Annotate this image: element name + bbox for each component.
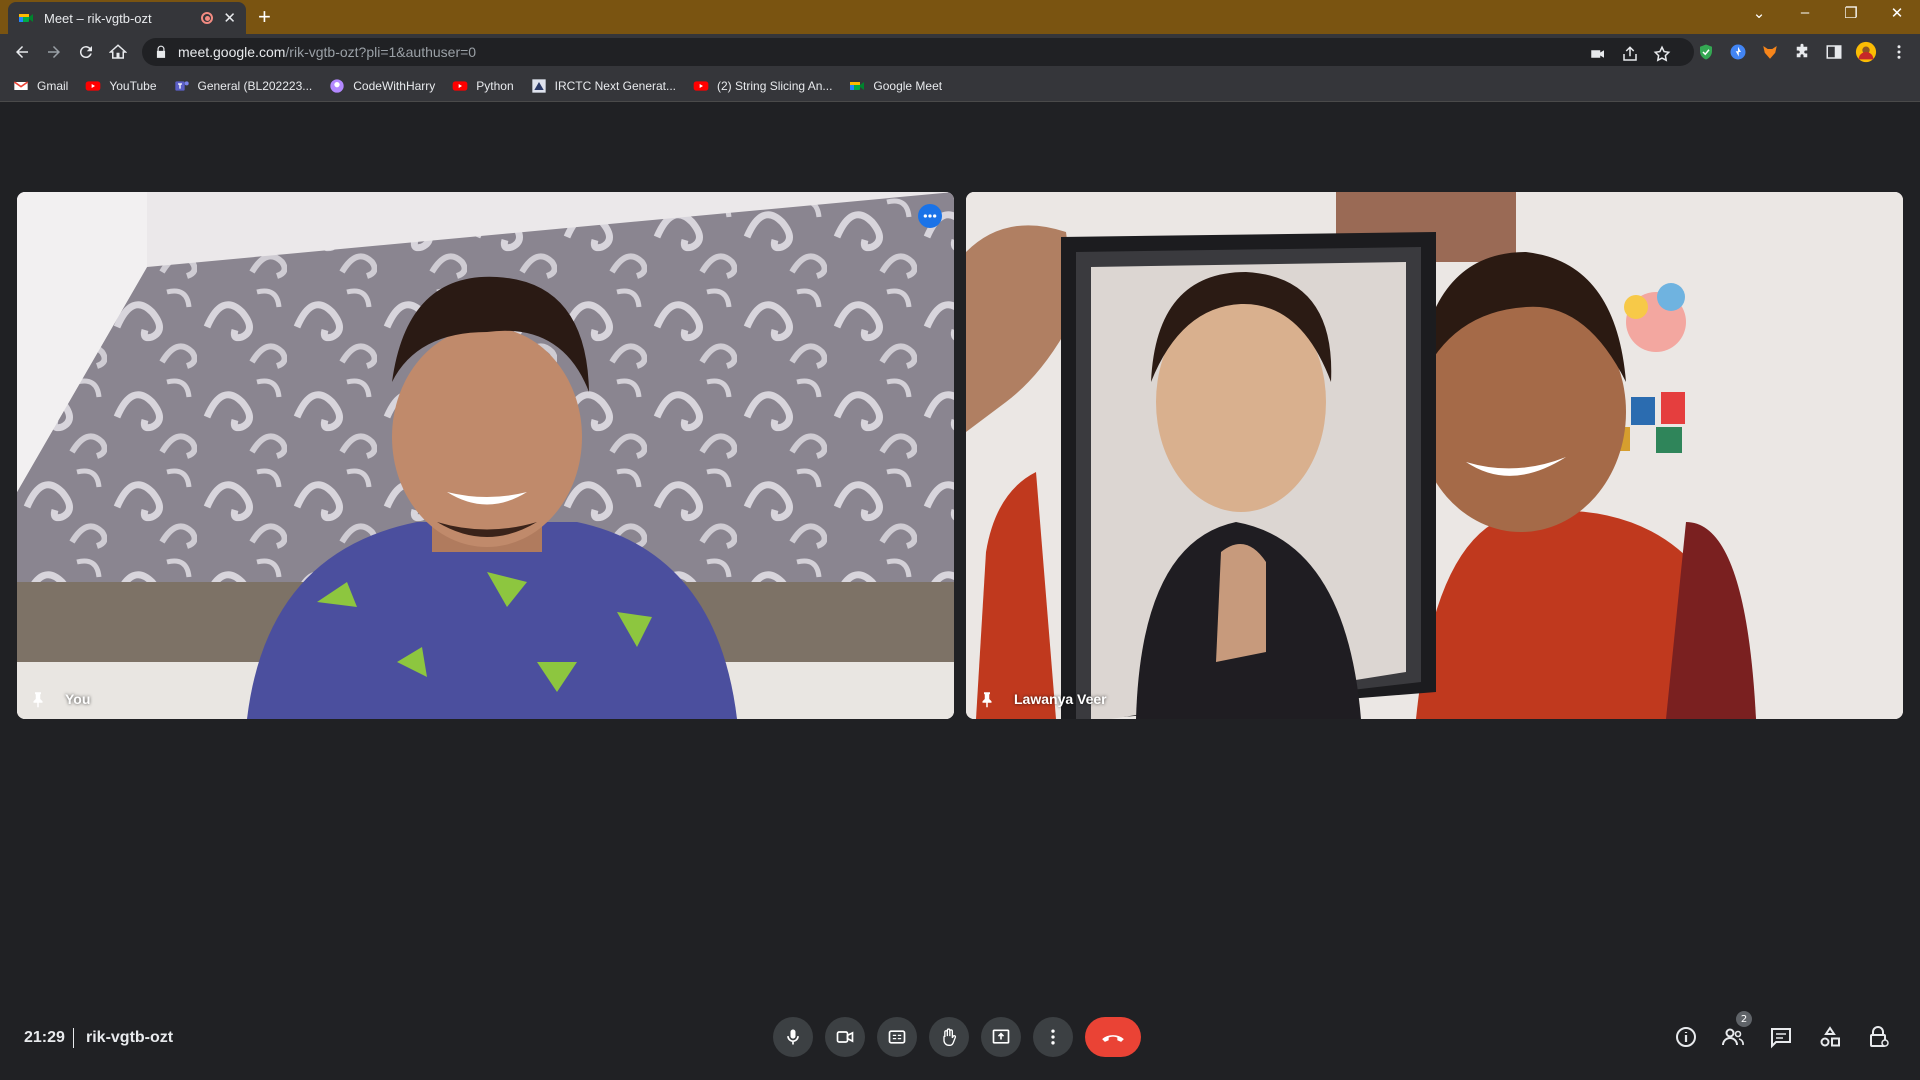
participant-name: Lawanya Veer <box>1014 691 1107 707</box>
tab-search-button[interactable]: ⌄ <box>1744 4 1774 22</box>
pin-icon[interactable] <box>978 690 996 708</box>
close-window-button[interactable]: ✕ <box>1882 4 1912 22</box>
blue-extension-icon[interactable] <box>1729 43 1747 61</box>
shield-extension-icon[interactable] <box>1697 43 1715 61</box>
lock-icon <box>156 45 166 58</box>
bookmark-label: General (BL202223... <box>197 78 313 93</box>
info-icon <box>1676 1027 1696 1047</box>
bookmark-codewithharry[interactable]: CodeWithHarry <box>329 78 435 94</box>
more-horizontal-icon <box>923 214 937 218</box>
bookmark-label: YouTube <box>109 78 157 93</box>
chrome-menu-icon[interactable] <box>1890 43 1908 61</box>
side-panel-icon[interactable] <box>1825 43 1843 61</box>
youtube-icon <box>693 78 709 94</box>
more-options-menu-button[interactable] <box>1033 1017 1073 1057</box>
youtube-icon <box>85 78 101 94</box>
youtube-icon <box>452 78 468 94</box>
reload-button[interactable] <box>74 40 98 64</box>
video-camera-icon <box>836 1031 854 1043</box>
arrow-right-icon <box>48 46 60 58</box>
profile-avatar-icon[interactable] <box>1855 41 1877 63</box>
video-feed-you <box>17 192 954 719</box>
leave-call-button[interactable] <box>1085 1017 1141 1057</box>
url-path: /rik-vgtb-ozt?pli=1&authuser=0 <box>285 44 477 60</box>
browser-toolbar: meet.google.com/rik-vgtb-ozt?pli=1&authu… <box>0 34 1920 70</box>
browser-titlebar: Meet – rik-vgtb-ozt ✕ + ⌄ – ❐ ✕ <box>0 0 1920 34</box>
activities-button[interactable] <box>1817 1024 1843 1050</box>
camera-in-use-icon[interactable] <box>1589 45 1607 63</box>
video-feed-lawanya-veer <box>966 192 1903 719</box>
bookmark-label: Gmail <box>37 78 69 93</box>
codewithharry-icon <box>329 78 345 94</box>
bookmark-label: (2) String Slicing An... <box>717 78 833 93</box>
bookmark-label: Python <box>476 78 514 93</box>
gmail-icon <box>13 78 29 94</box>
captions-button[interactable] <box>877 1017 917 1057</box>
hand-icon <box>943 1028 957 1046</box>
bookmark-string-slicing[interactable]: (2) String Slicing An... <box>693 78 832 94</box>
url-host: meet.google.com <box>178 44 286 60</box>
restore-button[interactable]: ❐ <box>1836 4 1866 22</box>
chat-button[interactable] <box>1768 1024 1794 1050</box>
bookmark-label: Google Meet <box>873 78 943 93</box>
minimize-button[interactable]: – <box>1790 4 1820 21</box>
present-screen-button[interactable] <box>981 1017 1021 1057</box>
bookmark-label: CodeWithHarry <box>353 78 436 93</box>
more-options-button[interactable] <box>918 204 942 228</box>
pin-icon[interactable] <box>29 690 47 708</box>
recording-icon <box>201 12 214 24</box>
bookmark-google-meet[interactable]: Google Meet <box>849 78 942 94</box>
bookmark-teams-general[interactable]: General (BL202223... <box>174 78 313 94</box>
raise-hand-button[interactable] <box>929 1017 969 1057</box>
participant-tile-you[interactable]: You <box>17 192 954 719</box>
people-button[interactable] <box>1720 1024 1746 1050</box>
reload-icon <box>79 46 92 59</box>
host-controls-button[interactable] <box>1866 1024 1892 1050</box>
tab-close-button[interactable]: ✕ <box>223 9 236 27</box>
back-button[interactable] <box>10 40 34 64</box>
browser-tab[interactable]: Meet – rik-vgtb-ozt ✕ <box>8 2 246 34</box>
more-vertical-icon <box>1051 1029 1055 1045</box>
camera-button[interactable] <box>825 1017 865 1057</box>
divider <box>73 1028 74 1048</box>
home-icon <box>109 44 127 59</box>
fox-extension-icon[interactable] <box>1761 43 1779 61</box>
teams-icon <box>174 78 190 94</box>
microphone-icon <box>787 1029 799 1045</box>
arrow-left-icon <box>16 46 28 58</box>
bookmark-label: IRCTC Next Generat... <box>554 78 677 93</box>
participant-count-badge: 2 <box>1736 1011 1752 1027</box>
irctc-icon <box>531 78 547 94</box>
bookmark-python[interactable]: Python <box>452 78 514 94</box>
meet-favicon-icon <box>19 14 33 22</box>
meeting-code: rik-vgtb-ozt <box>86 1029 174 1046</box>
present-screen-icon <box>992 1029 1010 1044</box>
chat-icon <box>1771 1028 1791 1049</box>
bookmark-youtube[interactable]: YouTube <box>85 78 157 94</box>
home-button[interactable] <box>106 40 130 64</box>
address-bar[interactable]: meet.google.com/rik-vgtb-ozt?pli=1&authu… <box>142 38 1694 66</box>
bookmarks-bar: Gmail YouTube General (BL202223... CodeW… <box>0 70 1920 102</box>
new-tab-button[interactable]: + <box>258 5 271 29</box>
closed-captions-icon <box>888 1030 906 1044</box>
meeting-details-button[interactable] <box>1673 1024 1699 1050</box>
tab-title: Meet – rik-vgtb-ozt <box>44 10 152 26</box>
lock-person-icon <box>1870 1026 1889 1047</box>
bookmark-star-icon[interactable] <box>1653 45 1671 63</box>
share-icon[interactable] <box>1621 45 1639 63</box>
participant-name: You <box>65 691 91 707</box>
bookmark-gmail[interactable]: Gmail <box>13 78 68 94</box>
hang-up-icon <box>1102 1035 1124 1042</box>
participant-tile-lawanya-veer[interactable]: Lawanya Veer <box>966 192 1903 719</box>
activities-shapes-icon <box>1820 1026 1840 1047</box>
people-icon <box>1722 1028 1744 1046</box>
meeting-time: 21:29 <box>24 1029 65 1046</box>
microphone-button[interactable] <box>773 1017 813 1057</box>
forward-button[interactable] <box>42 40 66 64</box>
extensions-puzzle-icon[interactable] <box>1793 43 1811 61</box>
meet-icon <box>849 78 865 94</box>
bookmark-irctc[interactable]: IRCTC Next Generat... <box>531 78 676 94</box>
